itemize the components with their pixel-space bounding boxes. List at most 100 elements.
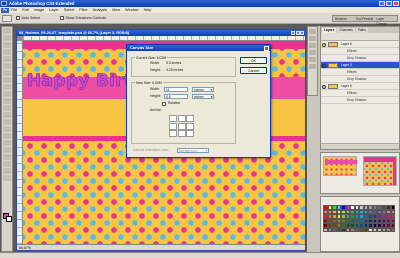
ps-logo: Ps [1, 7, 9, 13]
tab-paths[interactable]: Paths [355, 27, 368, 33]
color-panel-icon[interactable] [309, 50, 316, 55]
layer-name: Layer 6 [341, 84, 352, 88]
layer-effect-row[interactable]: Effects [321, 90, 399, 97]
histogram-panel-icon[interactable] [309, 36, 316, 41]
height-label: Height: [150, 94, 161, 98]
eraser-tool-icon[interactable] [3, 98, 11, 104]
new-size-label: New Size: 6.02M [135, 80, 163, 85]
maximize-button[interactable] [386, 1, 392, 6]
width-unit-select[interactable]: inches [192, 87, 214, 92]
thumbnail-label: Happy Birthday [325, 160, 357, 164]
layer-effect-row[interactable]: Drop Shadow [321, 55, 399, 62]
shape-tool-icon[interactable] [3, 147, 11, 153]
tool-preset-picker[interactable] [2, 15, 12, 22]
thumbnail-top-border [364, 157, 396, 162]
eyedropper-tool-icon[interactable] [3, 161, 11, 167]
minimize-button[interactable] [379, 1, 385, 6]
tab-layers[interactable]: Layers [322, 27, 337, 33]
blur-tool-icon[interactable] [3, 112, 11, 118]
crop-tool-icon[interactable] [3, 56, 11, 62]
tab-channels[interactable]: Channels [337, 27, 355, 33]
move-tool-icon[interactable] [3, 28, 11, 34]
options-bar: Auto Select Show Transform Controls Brus… [0, 13, 400, 26]
doc-maximize-button[interactable] [295, 31, 300, 35]
styles-panel-icon[interactable] [309, 57, 316, 62]
thumbnail-dots[interactable] [363, 156, 397, 186]
anchor-top-left[interactable] [169, 115, 177, 122]
layer-row[interactable]: Layer 3 [321, 62, 399, 69]
layer-row[interactable]: Layer 6 [321, 83, 399, 90]
height-input[interactable]: 8.5 [164, 94, 188, 99]
auto-select-option[interactable]: Auto Select [16, 16, 40, 20]
type-tool-icon[interactable] [3, 133, 11, 139]
layers-panel: Layers Channels Paths Layer 5 Effects Drop… [320, 26, 400, 150]
dodge-tool-icon[interactable] [3, 119, 11, 125]
dock-tab-tool-presets[interactable]: Tool Presets [356, 17, 375, 21]
anchor-bottom[interactable] [177, 130, 186, 137]
canvas-extension-select[interactable]: Background [177, 148, 209, 153]
width-label: Width: [150, 87, 160, 91]
close-button[interactable] [393, 1, 399, 6]
gradient-tool-icon[interactable] [3, 105, 11, 111]
cancel-button[interactable]: Cancel [240, 67, 267, 74]
lasso-tool-icon[interactable] [3, 42, 11, 48]
height-unit-select[interactable]: inches [192, 94, 214, 99]
navigator-panel-icon[interactable] [309, 29, 316, 34]
auto-select-checkbox[interactable] [16, 16, 20, 20]
background-color-swatch[interactable] [6, 216, 12, 222]
notes-tool-icon[interactable] [3, 154, 11, 160]
layer-name: Layer 3 [341, 63, 352, 67]
zoom-tool-icon[interactable] [3, 175, 11, 181]
actions-panel-icon[interactable] [309, 64, 316, 69]
doc-close-button[interactable] [300, 31, 304, 35]
info-panel-icon[interactable] [309, 43, 316, 48]
document-window-controls [291, 31, 304, 35]
transform-controls-checkbox[interactable] [60, 16, 64, 20]
layer-effect-row[interactable]: Effects [321, 48, 399, 55]
width-input[interactable]: 11 [164, 87, 188, 92]
visibility-eye-icon[interactable] [322, 42, 326, 47]
anchor-bottom-right[interactable] [186, 130, 194, 137]
brush-tool-icon[interactable] [3, 77, 11, 83]
canvas-extension-label: Canvas extension color: [133, 148, 170, 152]
transform-controls-label: Show Transform Controls [65, 16, 107, 20]
history-brush-tool-icon[interactable] [3, 91, 11, 97]
ok-button[interactable]: OK [240, 57, 267, 64]
dialog-close-icon[interactable] [264, 45, 269, 51]
canvas-size-dialog: Canvas Size Current Size: 6.02M Width: 5… [126, 44, 271, 158]
anchor-right[interactable] [186, 122, 194, 130]
transform-controls-option[interactable]: Show Transform Controls [60, 16, 106, 20]
layer-name: Effects [347, 49, 357, 53]
visibility-eye-icon[interactable] [322, 63, 326, 68]
app-title: Adobe Photoshop CS3 Extended [9, 1, 75, 6]
slice-tool-icon[interactable] [3, 63, 11, 69]
layer-row[interactable]: Layer 5 [321, 41, 399, 48]
anchor-top-right[interactable] [186, 115, 194, 122]
dock-tab-layer-comps[interactable]: Layer Comps [376, 17, 395, 26]
relative-checkbox[interactable] [162, 102, 166, 106]
anchor-left[interactable] [169, 122, 177, 130]
current-width-label: Width: [150, 61, 160, 65]
color-swatch[interactable] [390, 227, 395, 232]
path-selection-tool-icon[interactable] [3, 140, 11, 146]
pen-tool-icon[interactable] [3, 126, 11, 132]
marquee-tool-icon[interactable] [3, 35, 11, 41]
layer-effect-row[interactable]: Drop Shadow [321, 76, 399, 83]
doc-minimize-button[interactable] [291, 31, 295, 35]
layer-effect-row[interactable]: Drop Shadow [321, 97, 399, 104]
layer-name: Effects [347, 70, 357, 74]
hand-tool-icon[interactable] [3, 168, 11, 174]
zoom-level[interactable]: 66.67% [19, 245, 31, 251]
dock-tab-brushes[interactable]: Brushes [335, 17, 354, 21]
anchor-grid [169, 115, 195, 138]
magic-wand-tool-icon[interactable] [3, 49, 11, 55]
clone-stamp-tool-icon[interactable] [3, 84, 11, 90]
anchor-bottom-left[interactable] [169, 130, 177, 137]
healing-brush-tool-icon[interactable] [3, 70, 11, 76]
window-controls [379, 1, 399, 6]
anchor-top[interactable] [177, 115, 186, 122]
thumbnail-happy-birthday[interactable]: Happy Birthday [323, 156, 357, 176]
layer-effect-row[interactable]: Effects [321, 69, 399, 76]
visibility-eye-icon[interactable] [322, 84, 326, 89]
anchor-center[interactable] [177, 122, 186, 130]
